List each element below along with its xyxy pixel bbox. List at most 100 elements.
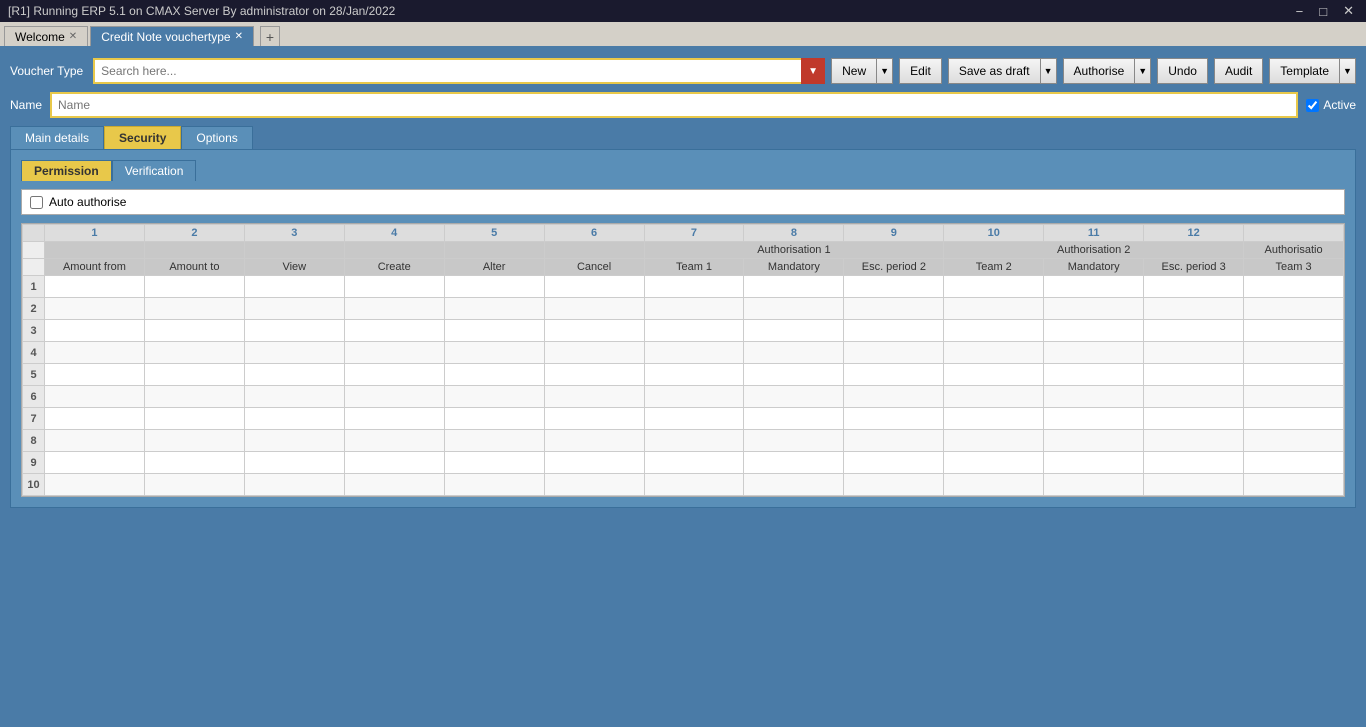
table-cell[interactable]	[544, 474, 644, 496]
table-cell[interactable]	[444, 452, 544, 474]
table-cell[interactable]	[644, 386, 744, 408]
table-cell[interactable]	[844, 430, 944, 452]
table-cell[interactable]	[144, 364, 244, 386]
table-cell[interactable]	[944, 474, 1044, 496]
table-cell[interactable]	[744, 276, 844, 298]
table-cell[interactable]	[1244, 430, 1344, 452]
table-cell[interactable]	[1144, 452, 1244, 474]
tab-security[interactable]: Security	[104, 126, 181, 149]
table-cell[interactable]	[144, 430, 244, 452]
authorise-button[interactable]: Authorise	[1063, 58, 1136, 84]
table-cell[interactable]	[444, 474, 544, 496]
table-cell[interactable]	[244, 276, 344, 298]
table-cell[interactable]	[45, 386, 145, 408]
restore-button[interactable]: □	[1315, 3, 1331, 19]
table-cell[interactable]	[244, 386, 344, 408]
table-cell[interactable]	[1144, 364, 1244, 386]
table-cell[interactable]	[444, 342, 544, 364]
table-cell[interactable]	[844, 386, 944, 408]
table-cell[interactable]	[1244, 320, 1344, 342]
table-cell[interactable]	[1144, 408, 1244, 430]
table-cell[interactable]	[944, 342, 1044, 364]
table-cell[interactable]	[244, 452, 344, 474]
table-cell[interactable]	[444, 276, 544, 298]
table-cell[interactable]	[144, 474, 244, 496]
save-as-draft-button[interactable]: Save as draft	[948, 58, 1041, 84]
table-cell[interactable]	[45, 320, 145, 342]
table-cell[interactable]	[1044, 386, 1144, 408]
table-cell[interactable]	[944, 452, 1044, 474]
table-cell[interactable]	[244, 364, 344, 386]
table-cell[interactable]	[144, 408, 244, 430]
search-input[interactable]	[93, 58, 825, 84]
table-cell[interactable]	[544, 298, 644, 320]
table-cell[interactable]	[45, 474, 145, 496]
table-cell[interactable]	[844, 474, 944, 496]
table-cell[interactable]	[944, 276, 1044, 298]
table-cell[interactable]	[744, 386, 844, 408]
table-cell[interactable]	[444, 320, 544, 342]
tab-add-button[interactable]: +	[260, 26, 280, 46]
table-cell[interactable]	[344, 474, 444, 496]
table-cell[interactable]	[844, 320, 944, 342]
table-cell[interactable]	[744, 452, 844, 474]
sub-tab-permission[interactable]: Permission	[21, 160, 112, 181]
table-cell[interactable]	[244, 342, 344, 364]
auto-authorise-checkbox[interactable]	[30, 196, 43, 209]
table-cell[interactable]	[744, 474, 844, 496]
table-cell[interactable]	[1144, 430, 1244, 452]
table-cell[interactable]	[244, 430, 344, 452]
table-cell[interactable]	[444, 364, 544, 386]
tab-main-details[interactable]: Main details	[10, 126, 104, 149]
table-cell[interactable]	[144, 320, 244, 342]
edit-button[interactable]: Edit	[899, 58, 942, 84]
table-cell[interactable]	[244, 320, 344, 342]
save-as-draft-dropdown[interactable]: ▼	[1041, 58, 1057, 84]
table-cell[interactable]	[1044, 474, 1144, 496]
table-cell[interactable]	[844, 364, 944, 386]
tab-credit-note[interactable]: Credit Note vouchertype ✕	[90, 26, 254, 46]
name-input[interactable]	[50, 92, 1298, 118]
table-cell[interactable]	[544, 276, 644, 298]
undo-button[interactable]: Undo	[1157, 58, 1208, 84]
table-cell[interactable]	[1244, 386, 1344, 408]
table-cell[interactable]	[144, 386, 244, 408]
table-cell[interactable]	[1144, 474, 1244, 496]
table-cell[interactable]	[45, 452, 145, 474]
tab-options[interactable]: Options	[181, 126, 252, 149]
table-cell[interactable]	[1044, 320, 1144, 342]
table-cell[interactable]	[344, 320, 444, 342]
table-cell[interactable]	[1044, 298, 1144, 320]
table-cell[interactable]	[944, 430, 1044, 452]
table-cell[interactable]	[844, 452, 944, 474]
table-cell[interactable]	[644, 452, 744, 474]
table-cell[interactable]	[944, 386, 1044, 408]
table-cell[interactable]	[944, 298, 1044, 320]
table-cell[interactable]	[1044, 430, 1144, 452]
template-button[interactable]: Template	[1269, 58, 1340, 84]
table-cell[interactable]	[544, 364, 644, 386]
table-cell[interactable]	[744, 342, 844, 364]
table-cell[interactable]	[844, 298, 944, 320]
table-cell[interactable]	[544, 408, 644, 430]
table-cell[interactable]	[244, 474, 344, 496]
sub-tab-verification[interactable]: Verification	[112, 160, 197, 181]
table-cell[interactable]	[344, 430, 444, 452]
table-cell[interactable]	[1044, 408, 1144, 430]
new-button[interactable]: New	[831, 58, 877, 84]
table-cell[interactable]	[444, 298, 544, 320]
table-cell[interactable]	[544, 386, 644, 408]
table-cell[interactable]	[1144, 386, 1244, 408]
table-cell[interactable]	[1044, 342, 1144, 364]
table-cell[interactable]	[644, 298, 744, 320]
table-cell[interactable]	[45, 342, 145, 364]
table-cell[interactable]	[744, 364, 844, 386]
table-cell[interactable]	[944, 320, 1044, 342]
table-cell[interactable]	[444, 408, 544, 430]
table-cell[interactable]	[45, 430, 145, 452]
table-cell[interactable]	[244, 408, 344, 430]
table-cell[interactable]	[1244, 452, 1344, 474]
template-dropdown[interactable]: ▼	[1340, 58, 1356, 84]
table-cell[interactable]	[744, 320, 844, 342]
table-cell[interactable]	[144, 298, 244, 320]
